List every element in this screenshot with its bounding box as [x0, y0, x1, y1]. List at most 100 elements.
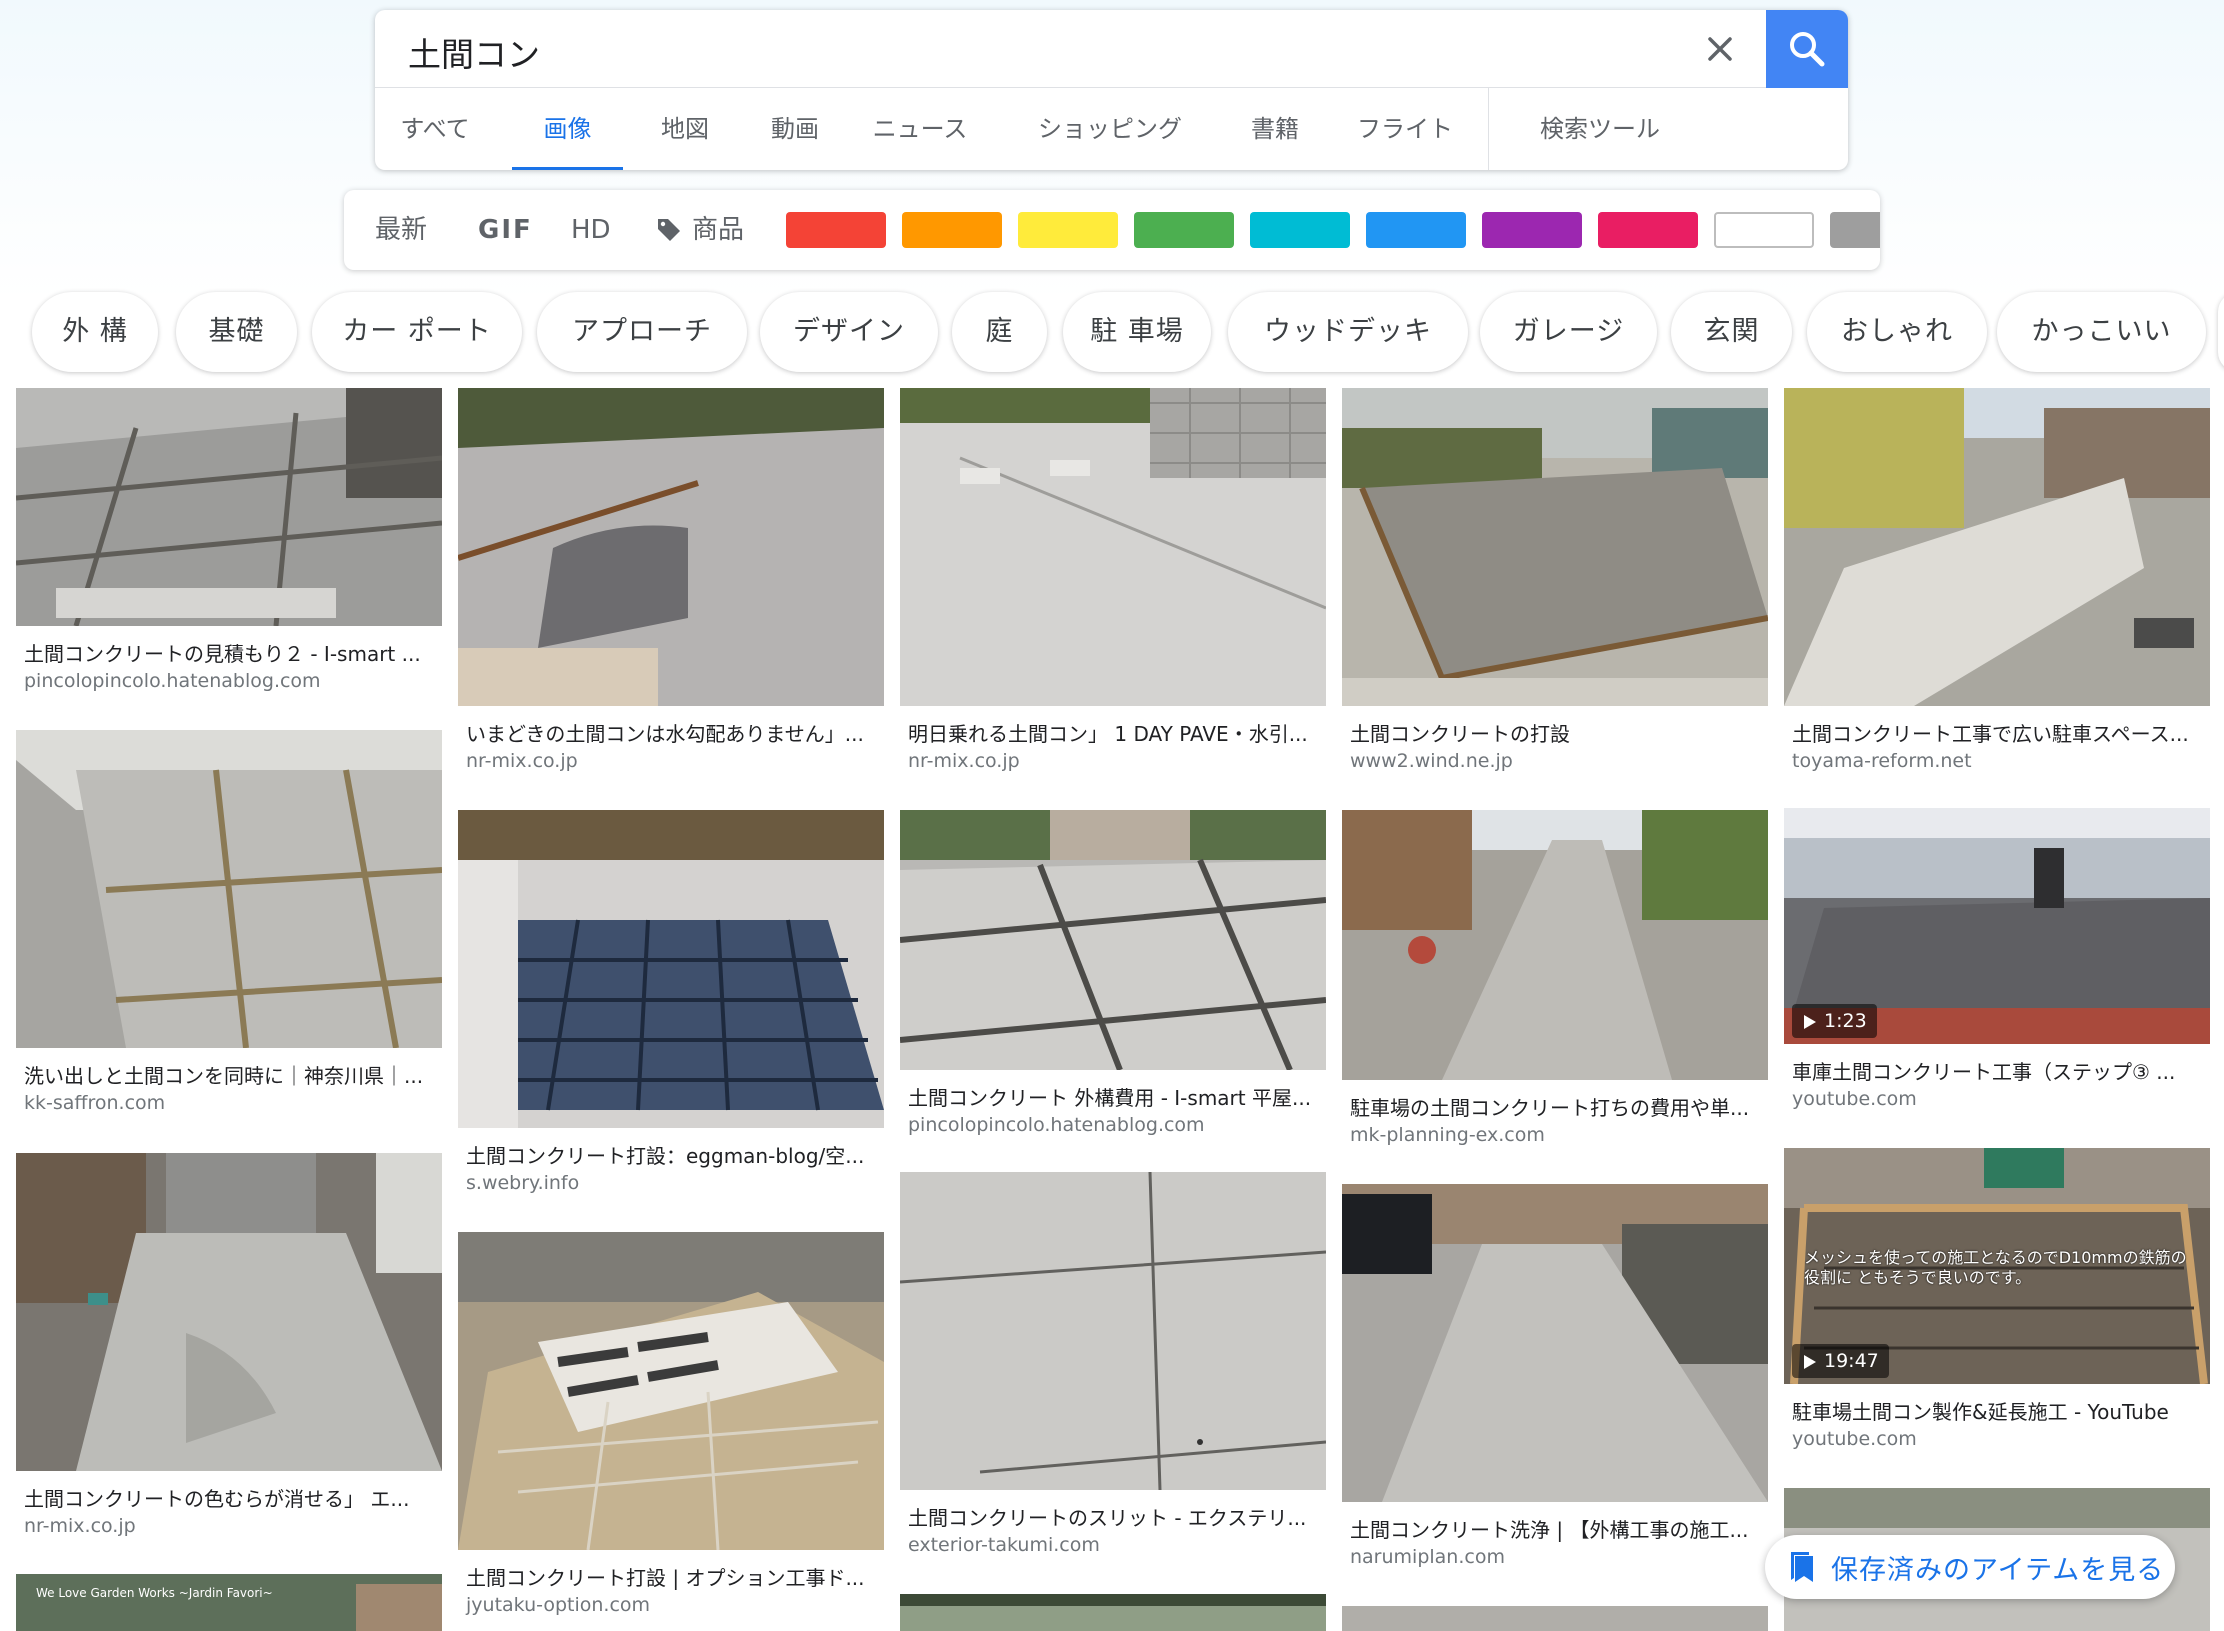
tab-all[interactable]: すべて	[400, 88, 470, 170]
result-title[interactable]: いまどきの土間コンは水勾配ありません」...	[466, 718, 876, 747]
tag-icon	[658, 219, 680, 241]
result-title[interactable]: 土間コンクリート洗浄 | 【外構工事の施工...	[1350, 1514, 1760, 1543]
filter-recent[interactable]: 最新	[375, 190, 427, 270]
result-domain: toyama-reform.net	[1792, 750, 1972, 772]
tab-news[interactable]: ニュース	[870, 88, 970, 170]
filter-gif[interactable]: GIF	[478, 190, 533, 270]
chip-entrance[interactable]: 玄関	[1671, 292, 1792, 372]
result-title[interactable]: 土間コンクリート工事で広い駐車スペース...	[1792, 718, 2202, 747]
saved-items-button[interactable]: 保存済みのアイテムを見る	[1765, 1535, 2175, 1599]
color-swatch-orange[interactable]	[902, 212, 1002, 248]
chip-parking[interactable]: 駐 車場	[1063, 292, 1211, 372]
result-card[interactable]: 土間コンクリートのスリット - エクステリ... exterior-takumi…	[900, 1172, 1326, 1564]
close-icon	[1708, 37, 1732, 61]
result-card[interactable]: 土間コンクリート打設 | オプション工事ド... jyutaku-option.…	[458, 1232, 884, 1622]
result-card[interactable]: メッシュを使っての施工となるのでD10mmの鉄筋の役割に ともそうで良いのです。…	[1784, 1148, 2210, 1486]
result-card[interactable]	[1342, 1606, 1768, 1631]
tab-maps[interactable]: 地図	[655, 88, 715, 170]
tab-shopping[interactable]: ショッピング	[1035, 88, 1185, 170]
color-swatch-yellow[interactable]	[1018, 212, 1118, 248]
thumbnail-watermark: We Love Garden Works ~Jardin Favori~	[36, 1586, 273, 1600]
result-title[interactable]: 車庫土間コンクリート工事（ステップ③ ...	[1792, 1056, 2202, 1085]
chip-exterior[interactable]: 外 構	[32, 292, 158, 372]
tab-images[interactable]: 画像	[512, 88, 623, 170]
result-thumbnail[interactable]	[1342, 1184, 1768, 1502]
result-domain: pincolopincolo.hatenablog.com	[24, 670, 321, 692]
result-domain: kk-saffron.com	[24, 1092, 166, 1114]
result-card[interactable]: 1:23 車庫土間コンクリート工事（ステップ③ ... youtube.com	[1784, 808, 2210, 1146]
result-thumbnail[interactable]	[900, 1172, 1326, 1490]
result-thumbnail[interactable]	[900, 810, 1326, 1070]
result-title[interactable]: 土間コンクリートの打設	[1350, 718, 1760, 747]
result-title[interactable]: 駐車場土間コン製作&延長施工 - YouTube	[1792, 1396, 2202, 1425]
video-duration: 19:47	[1792, 1344, 1889, 1378]
chip-wood-deck[interactable]: ウッドデッキ	[1228, 292, 1468, 372]
result-title[interactable]: 明日乗れる土間コン」 1 DAY PAVE・水引...	[908, 718, 1318, 747]
result-thumbnail[interactable]	[16, 1574, 442, 1631]
filter-bar: 最新 GIF HD 商品	[344, 190, 1880, 270]
result-card[interactable]: 駐車場の土間コンクリート打ちの費用や単... mk-planning-ex.co…	[1342, 810, 1768, 1152]
color-swatch-teal[interactable]	[1250, 212, 1350, 248]
result-thumbnail[interactable]	[458, 388, 884, 706]
chip-cool[interactable]: かっこいい	[1997, 292, 2206, 372]
result-card[interactable]: 土間コンクリート打設：eggman-blog/空... s.webry.info	[458, 810, 884, 1200]
result-card[interactable]: We Love Garden Works ~Jardin Favori~	[16, 1574, 442, 1631]
chip-next[interactable]	[2218, 292, 2224, 372]
result-card[interactable]	[900, 1594, 1326, 1631]
result-title[interactable]: 洗い出しと土間コンを同時に｜神奈川県｜...	[24, 1060, 434, 1089]
color-swatch-red[interactable]	[786, 212, 886, 248]
result-card[interactable]: 土間コンクリートの見積もり２ - I-smart ... pincolopinc…	[16, 388, 442, 708]
chip-carport[interactable]: カー ポート	[312, 292, 522, 372]
result-thumbnail[interactable]	[1342, 1606, 1768, 1631]
tab-search-tools[interactable]: 検索ツール	[1535, 88, 1665, 170]
result-title[interactable]: 土間コンクリートの色むらが消せる」 エ...	[24, 1483, 434, 1512]
result-card[interactable]: 土間コンクリート洗浄 | 【外構工事の施工... narumiplan.com	[1342, 1184, 1768, 1576]
filter-hd[interactable]: HD	[571, 190, 611, 270]
result-title[interactable]: 土間コンクリート打設 | オプション工事ド...	[466, 1562, 876, 1591]
filter-products[interactable]: 商品	[656, 190, 744, 270]
chip-garage[interactable]: ガレージ	[1480, 292, 1657, 372]
chip-approach[interactable]: アプローチ	[537, 292, 747, 372]
result-title[interactable]: 土間コンクリート 外構費用 - I-smart 平屋...	[908, 1082, 1318, 1111]
chip-foundation[interactable]: 基礎	[176, 292, 297, 372]
color-swatch-white[interactable]	[1714, 212, 1814, 248]
color-swatch-pink[interactable]	[1598, 212, 1698, 248]
result-card[interactable]: 土間コンクリートの打設 www2.wind.ne.jp	[1342, 388, 1768, 780]
color-swatch-purple[interactable]	[1482, 212, 1582, 248]
result-title[interactable]: 土間コンクリート打設：eggman-blog/空...	[466, 1140, 876, 1169]
result-thumbnail[interactable]	[16, 730, 442, 1048]
search-button[interactable]	[1766, 10, 1848, 88]
result-thumbnail[interactable]	[1784, 388, 2210, 706]
chip-garden[interactable]: 庭	[952, 292, 1047, 372]
result-title[interactable]: 土間コンクリートのスリット - エクステリ...	[908, 1502, 1318, 1531]
result-thumbnail[interactable]	[1342, 810, 1768, 1080]
result-card[interactable]: 土間コンクリート工事で広い駐車スペース... toyama-reform.net	[1784, 388, 2210, 780]
result-card[interactable]: いまどきの土間コンは水勾配ありません」... nr-mix.co.jp	[458, 388, 884, 780]
result-thumbnail[interactable]	[458, 1232, 884, 1550]
result-thumbnail[interactable]	[900, 1594, 1326, 1631]
result-title[interactable]: 土間コンクリートの見積もり２ - I-smart ...	[24, 638, 434, 667]
chip-stylish[interactable]: おしゃれ	[1807, 292, 1987, 372]
color-swatch-green[interactable]	[1134, 212, 1234, 248]
result-thumbnail[interactable]	[900, 388, 1326, 706]
tab-books[interactable]: 書籍	[1245, 88, 1305, 170]
result-thumbnail[interactable]	[16, 1153, 442, 1471]
color-swatch-blue[interactable]	[1366, 212, 1466, 248]
result-card[interactable]: 明日乗れる土間コン」 1 DAY PAVE・水引... nr-mix.co.jp	[900, 388, 1326, 780]
search-input[interactable]: 土間コン	[408, 28, 540, 76]
result-domain: narumiplan.com	[1350, 1546, 1505, 1568]
color-swatch-gray[interactable]	[1830, 212, 1880, 248]
result-thumbnail[interactable]	[16, 388, 442, 626]
result-card[interactable]: 土間コンクリート 外構費用 - I-smart 平屋... pincolopin…	[900, 810, 1326, 1142]
result-title[interactable]: 駐車場の土間コンクリート打ちの費用や単...	[1350, 1092, 1760, 1121]
result-thumbnail[interactable]	[458, 810, 884, 1128]
tab-flights[interactable]: フライト	[1355, 88, 1455, 170]
search-box: 土間コン すべて 画像 地図 動画 ニュース ショッピング 書籍 フライト 検索…	[375, 10, 1848, 170]
result-domain: youtube.com	[1792, 1088, 1917, 1110]
chip-design[interactable]: デザイン	[760, 292, 938, 372]
result-card[interactable]: 洗い出しと土間コンを同時に｜神奈川県｜... kk-saffron.com	[16, 730, 442, 1118]
clear-button[interactable]	[1695, 24, 1745, 74]
result-thumbnail[interactable]	[1342, 388, 1768, 706]
tab-videos[interactable]: 動画	[765, 88, 825, 170]
result-card[interactable]: 土間コンクリートの色むらが消せる」 エ... nr-mix.co.jp	[16, 1153, 442, 1543]
